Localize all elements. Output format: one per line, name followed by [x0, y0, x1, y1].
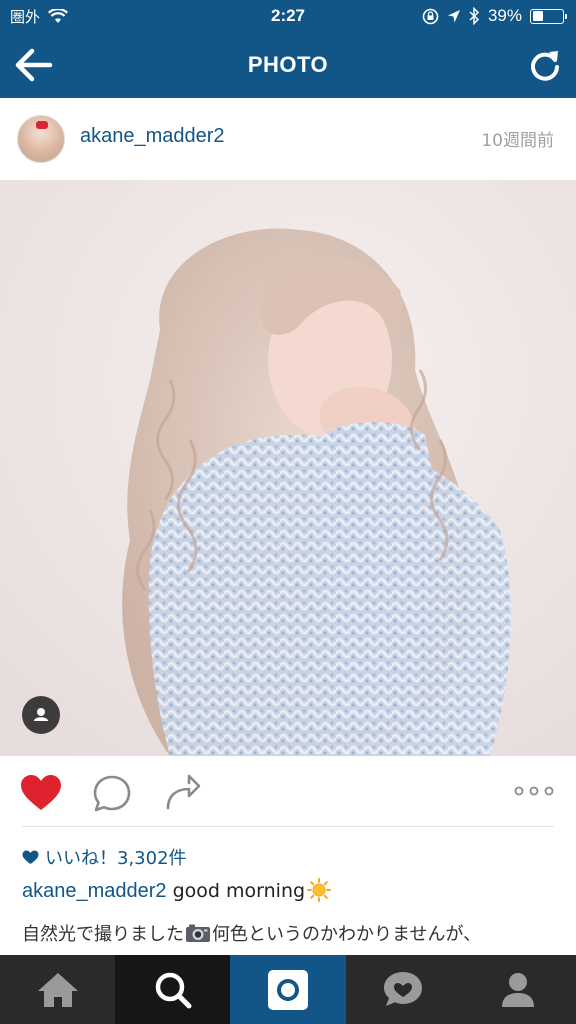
bluetooth-icon [469, 7, 480, 25]
post-actions [0, 756, 576, 828]
post-timestamp: 10週間前 [481, 131, 554, 151]
profile-icon [502, 972, 535, 1007]
camera-icon [268, 969, 308, 1010]
like-count[interactable]: いいね！3,302件 [22, 844, 187, 870]
divider [22, 826, 554, 827]
small-heart-icon [22, 850, 39, 864]
activity-icon [384, 971, 423, 1006]
avatar-bow [36, 121, 48, 129]
tab-search[interactable] [115, 955, 231, 1024]
home-icon [37, 972, 78, 1007]
tab-bar [0, 955, 576, 1024]
sun-emoji-icon [307, 878, 332, 902]
person-icon [34, 708, 48, 721]
photo-illustration [0, 180, 576, 756]
battery-percent: 39% [487, 6, 522, 25]
orientation-lock-icon [422, 8, 439, 24]
tab-camera[interactable] [230, 955, 346, 1024]
status-bar-right: 39% [422, 6, 567, 26]
caption-line-before: 自然光で撮りました [22, 924, 184, 945]
people-tag-button[interactable] [22, 696, 60, 734]
share-icon[interactable] [164, 774, 202, 812]
post-photo[interactable] [0, 180, 576, 756]
tab-home[interactable] [0, 955, 115, 1024]
status-bar: 圏外 2:27 39% [0, 0, 576, 32]
tab-activity[interactable] [346, 955, 461, 1024]
caption-username[interactable]: akane_madder2 [22, 880, 167, 902]
comment-icon[interactable] [92, 774, 132, 814]
more-icon[interactable] [514, 784, 554, 798]
avatar[interactable] [17, 115, 65, 163]
like-count-text: いいね！3,302件 [45, 848, 187, 869]
post-username[interactable]: akane_madder2 [80, 125, 225, 148]
caption-text: good morning [172, 880, 306, 902]
page-title: PHOTO [247, 52, 329, 77]
location-icon [447, 9, 460, 22]
caption-continuation: 自然光で撮りました 何色というのかわかりませんが、 [22, 920, 481, 946]
battery-icon [530, 8, 567, 24]
refresh-icon[interactable] [528, 48, 562, 82]
camera-emoji-icon [186, 924, 210, 942]
caption-line-after: 何色というのかわかりませんが、 [212, 924, 482, 945]
caption: akane_madder2 good morning [22, 878, 332, 903]
nav-bar: PHOTO [0, 32, 576, 98]
battery-fill [532, 11, 544, 21]
heart-icon[interactable] [20, 774, 62, 812]
post-header: akane_madder2 10週間前 [0, 98, 576, 180]
tab-profile[interactable] [461, 955, 576, 1024]
search-icon [155, 972, 192, 1008]
